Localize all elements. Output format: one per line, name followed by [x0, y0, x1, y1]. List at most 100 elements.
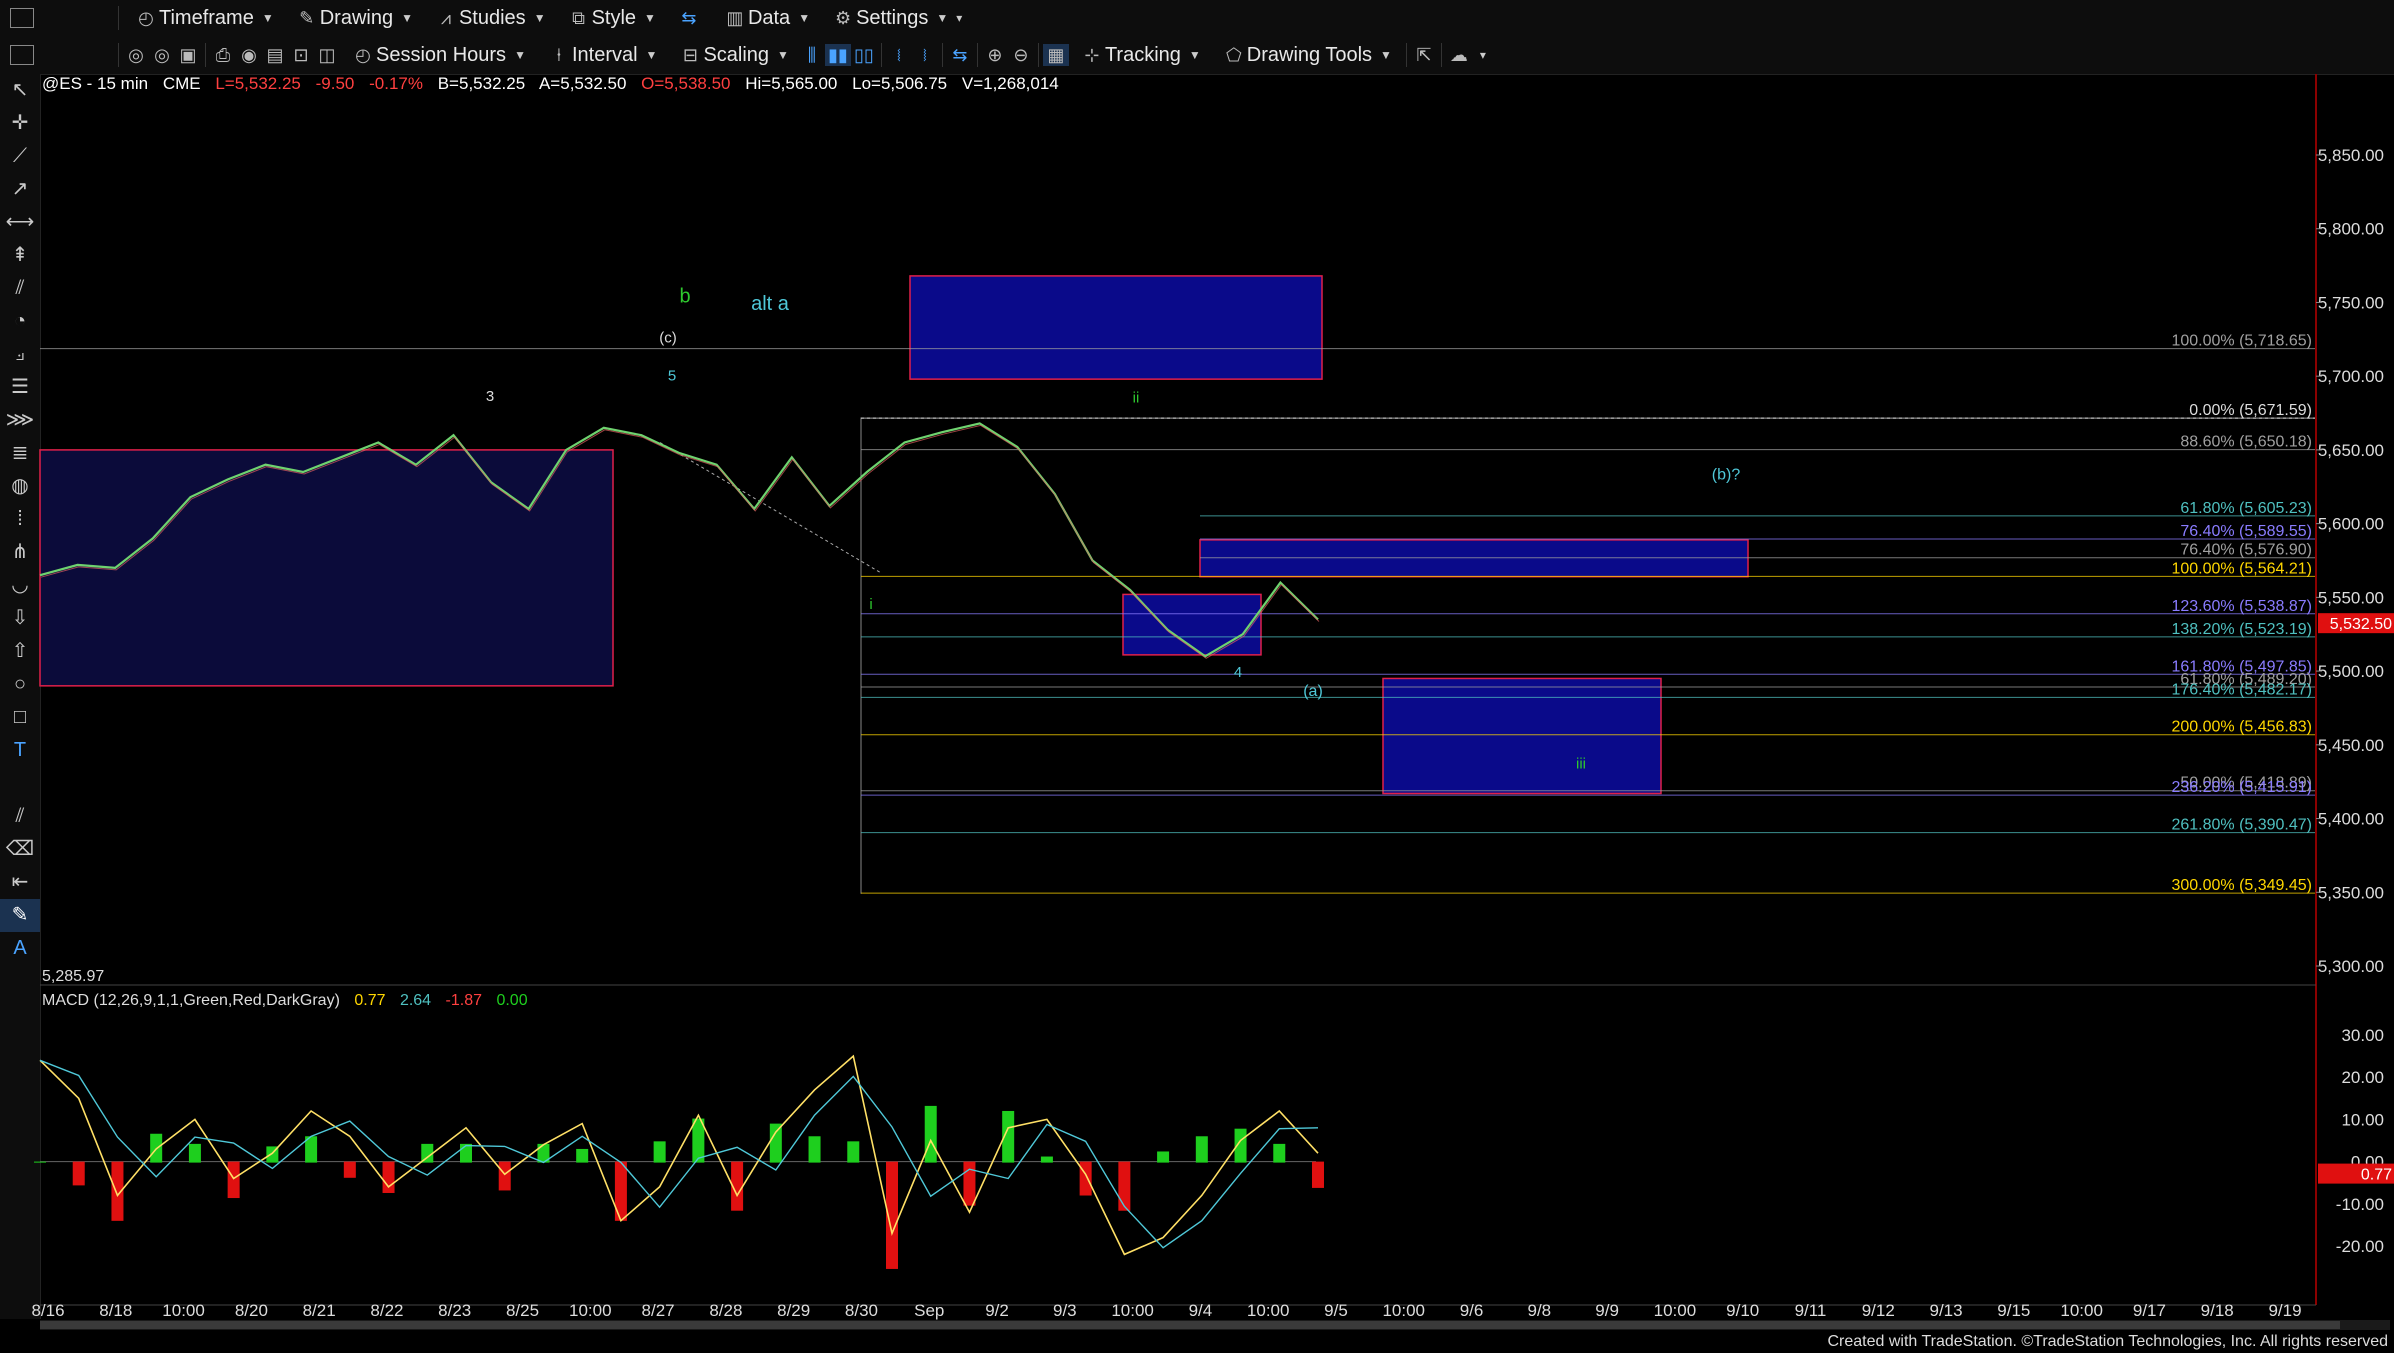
time-tick-label: 8/23: [438, 1301, 471, 1320]
fib-label: 100.00% (5,564.21): [2171, 560, 2312, 577]
time-tick-label: 8/25: [506, 1301, 539, 1320]
copyright-footer: Created with TradeStation. ©TradeStation…: [1827, 1333, 2388, 1350]
time-tick-label: 9/11: [1795, 1301, 1827, 1320]
time-tick-label: 8/21: [303, 1301, 336, 1320]
macd-zero-value: 0.00: [496, 992, 528, 1009]
macd-histogram-bar: [34, 1161, 46, 1163]
time-tick-label: 9/3: [1053, 1301, 1077, 1320]
price-tick-label: 5,300.00: [2318, 957, 2384, 976]
wave-label-3: 3: [486, 388, 494, 405]
fib-label: 100.00% (5,718.65): [2171, 333, 2312, 350]
macd-value: 0.77: [354, 992, 386, 1009]
price-tick-label: 5,550.00: [2318, 588, 2384, 607]
time-tick-label: 10:00: [1111, 1301, 1154, 1320]
current-price-label: 5,532.50: [2330, 616, 2392, 633]
time-tick-label: 9/18: [2201, 1301, 2234, 1320]
wave-label-5: 5: [668, 368, 676, 385]
wave-label-b: b: [679, 285, 690, 307]
time-axis: 8/16 8/18 10:00 8/20 8/21 8/22 8/23 8/25 10:00 8/…: [31, 1301, 2390, 1330]
resistance-box: [1199, 539, 1749, 578]
price-tick-label: 5,650.00: [2318, 441, 2384, 460]
time-tick-label: 10:00: [1654, 1301, 1697, 1320]
macd-line: [39, 1054, 1319, 1256]
macd-histogram-bar: [653, 1141, 666, 1163]
time-tick-label: 8/30: [845, 1301, 878, 1320]
left-range-box: [39, 449, 614, 687]
time-tick-label: 8/20: [235, 1301, 268, 1320]
macd-histogram-bar: [1195, 1136, 1208, 1163]
macd-histogram-bar: [1118, 1161, 1131, 1211]
fib-label: 0.00% (5,671.59): [2189, 402, 2312, 419]
macd-diff-value: -1.87: [445, 992, 482, 1009]
time-tick-label: 9/2: [985, 1301, 1009, 1320]
wave-iii-target-box: [1382, 677, 1662, 795]
time-tick-label: 8/29: [777, 1301, 810, 1320]
fib-label: 261.80% (5,390.47): [2171, 817, 2312, 834]
fib-label: 76.40% (5,576.90): [2180, 542, 2312, 559]
price-chart[interactable]: 100.00% (5,718.65) 0.00% (5,671.59) 88.60%…: [0, 0, 2394, 1353]
fib-label: 300.00% (5,349.45): [2171, 877, 2312, 894]
macd-signal-line: [39, 1059, 1319, 1249]
time-tick-label: 10:00: [162, 1301, 205, 1320]
price-tick-label: 5,450.00: [2318, 736, 2384, 755]
macd-tick-label: 30.00: [2341, 1026, 2384, 1045]
macd-histogram-bar: [188, 1143, 201, 1163]
macd-avg-value: 2.64: [399, 992, 432, 1009]
macd-histogram-bar: [963, 1161, 976, 1206]
time-tick-label: 10:00: [1247, 1301, 1290, 1320]
time-tick-label: 9/12: [1862, 1301, 1895, 1320]
time-tick-label: 8/22: [370, 1301, 403, 1320]
macd-study-label: MACD (12,26,9,1,1,Green,Red,DarkGray): [42, 992, 340, 1009]
time-tick-label: 8/28: [709, 1301, 742, 1320]
time-tick-label: 8/27: [642, 1301, 675, 1320]
fib-label: 176.40% (5,482.17): [2171, 681, 2312, 698]
fib-label: 200.00% (5,456.83): [2171, 719, 2312, 736]
time-tick-label: 8/16: [31, 1301, 64, 1320]
scrollbar-thumb: [40, 1321, 2340, 1329]
time-tick-label: 8/18: [99, 1301, 132, 1320]
macd-legend: MACD (12,26,9,1,1,Green,Red,DarkGray) 0.…: [42, 992, 538, 1010]
macd-histogram-bar: [1273, 1143, 1286, 1163]
macd-tick-label: -20.00: [2336, 1237, 2384, 1256]
price-axis: 5,850.00 5,800.00 5,750.00 5,700.00 5,650.00…: [40, 74, 2394, 1305]
macd-histogram-bar: [924, 1105, 937, 1163]
fib-label: 76.40% (5,589.55): [2180, 523, 2312, 540]
time-tick-label: 9/15: [1997, 1301, 2030, 1320]
fib-label: 236.20% (5,415.91): [2171, 779, 2312, 796]
macd-histogram-bar: [227, 1161, 240, 1199]
macd-tick-label: -10.00: [2336, 1195, 2384, 1214]
macd-panel: 30.0020.0010.000.00-10.00-20.000.77: [34, 1026, 2394, 1269]
time-tick-label: 9/4: [1189, 1301, 1213, 1320]
time-tick-label: 9/6: [1460, 1301, 1484, 1320]
wave-label-alta: alt a: [751, 293, 790, 315]
macd-histogram-bar: [460, 1143, 472, 1163]
time-tick-label: 9/9: [1595, 1301, 1619, 1320]
low-price-label: 5,285.97: [42, 968, 105, 985]
macd-tick-label: 20.00: [2341, 1068, 2384, 1087]
macd-histogram-bar: [343, 1161, 356, 1178]
price-tick-label: 5,750.00: [2318, 293, 2384, 312]
wave-label-iii: iii: [1576, 755, 1586, 772]
wave-label-ii: ii: [1133, 390, 1140, 407]
price-tick-label: 5,400.00: [2318, 810, 2384, 829]
time-tick-label: Sep: [914, 1301, 944, 1320]
macd-histogram-bar: [382, 1161, 395, 1193]
fib-label: 123.60% (5,538.87): [2171, 598, 2312, 615]
time-tick-label: 9/5: [1324, 1301, 1348, 1320]
price-tick-label: 5,850.00: [2318, 146, 2384, 165]
time-tick-label: 9/10: [1726, 1301, 1759, 1320]
macd-histogram-bar: [1040, 1156, 1053, 1163]
macd-histogram-bar: [808, 1136, 821, 1163]
price-tick-label: 5,700.00: [2318, 367, 2384, 386]
macd-histogram-bar: [769, 1123, 782, 1163]
price-tick-label: 5,600.00: [2318, 515, 2384, 534]
price-tick-label: 5,500.00: [2318, 662, 2384, 681]
wave-label-4: 4: [1234, 664, 1242, 681]
time-tick-label: 9/17: [2133, 1301, 2166, 1320]
time-tick-label: 9/8: [1528, 1301, 1552, 1320]
fib-label: 88.60% (5,650.18): [2180, 434, 2312, 451]
time-tick-label: 9/13: [1930, 1301, 1963, 1320]
wave-label-b: (b)?: [1712, 466, 1741, 483]
macd-histogram-bar: [1079, 1161, 1092, 1196]
wave-label-c: (c): [659, 329, 677, 346]
